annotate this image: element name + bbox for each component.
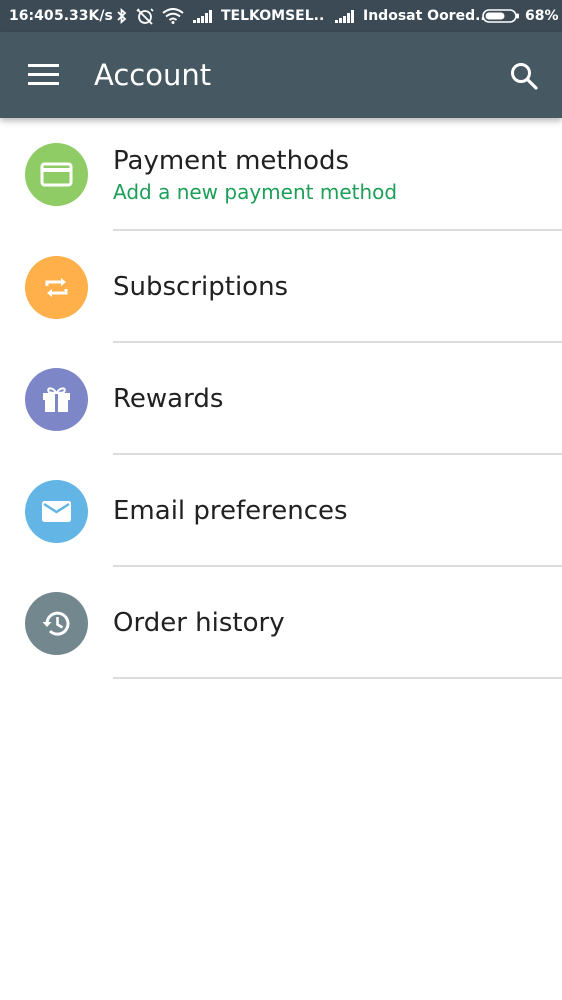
list-item-sublabel: Add a new payment method (113, 180, 398, 204)
subscriptions-icon-circle (25, 256, 88, 319)
account-menu-list: Payment methods Add a new payment method… (0, 118, 562, 679)
menu-button[interactable] (22, 55, 66, 95)
list-item-label: Subscriptions (113, 272, 289, 302)
wifi-icon (162, 8, 184, 24)
list-item-label: Rewards (113, 384, 224, 414)
status-battery-percent: 68% (525, 8, 559, 24)
page-title: Account (94, 58, 212, 92)
payment-methods-icon-circle (25, 143, 88, 206)
list-item-subscriptions[interactable]: Subscriptions (0, 231, 562, 343)
gift-icon (43, 387, 70, 412)
signal-icon-2 (335, 10, 355, 24)
status-bar: 16:40 5.33K/s TELKOMSEL.. Indosat Oored.… (0, 0, 562, 32)
search-icon (511, 63, 538, 90)
app-toolbar: Account (0, 32, 562, 118)
status-carrier-2: Indosat Oored.. (363, 8, 486, 24)
list-item-rewards[interactable]: Rewards (0, 343, 562, 455)
rewards-icon-circle (25, 368, 88, 431)
signal-icon (193, 10, 213, 24)
bluetooth-icon (116, 8, 128, 24)
list-item-label: Payment methods (113, 146, 350, 176)
credit-card-icon (40, 162, 73, 187)
menu-icon (28, 64, 59, 85)
list-item-email-preferences[interactable]: Email preferences (0, 455, 562, 567)
status-time: 16:40 (9, 8, 54, 24)
alarm-off-icon (136, 7, 154, 25)
status-carrier-1: TELKOMSEL.. (221, 8, 325, 24)
list-item-label: Email preferences (113, 496, 348, 526)
search-button[interactable] (502, 54, 546, 98)
status-network-speed: 5.33K/s (54, 8, 113, 24)
list-item-order-history[interactable]: Order history (0, 567, 562, 679)
list-item-label: Order history (113, 608, 285, 638)
email-preferences-icon-circle (25, 480, 88, 543)
history-icon (42, 611, 70, 636)
battery-icon (482, 9, 520, 23)
divider (113, 677, 562, 679)
order-history-icon-circle (25, 592, 88, 655)
email-icon (42, 501, 71, 522)
list-item-payment-methods[interactable]: Payment methods Add a new payment method (0, 118, 562, 231)
repeat-icon (45, 278, 68, 297)
